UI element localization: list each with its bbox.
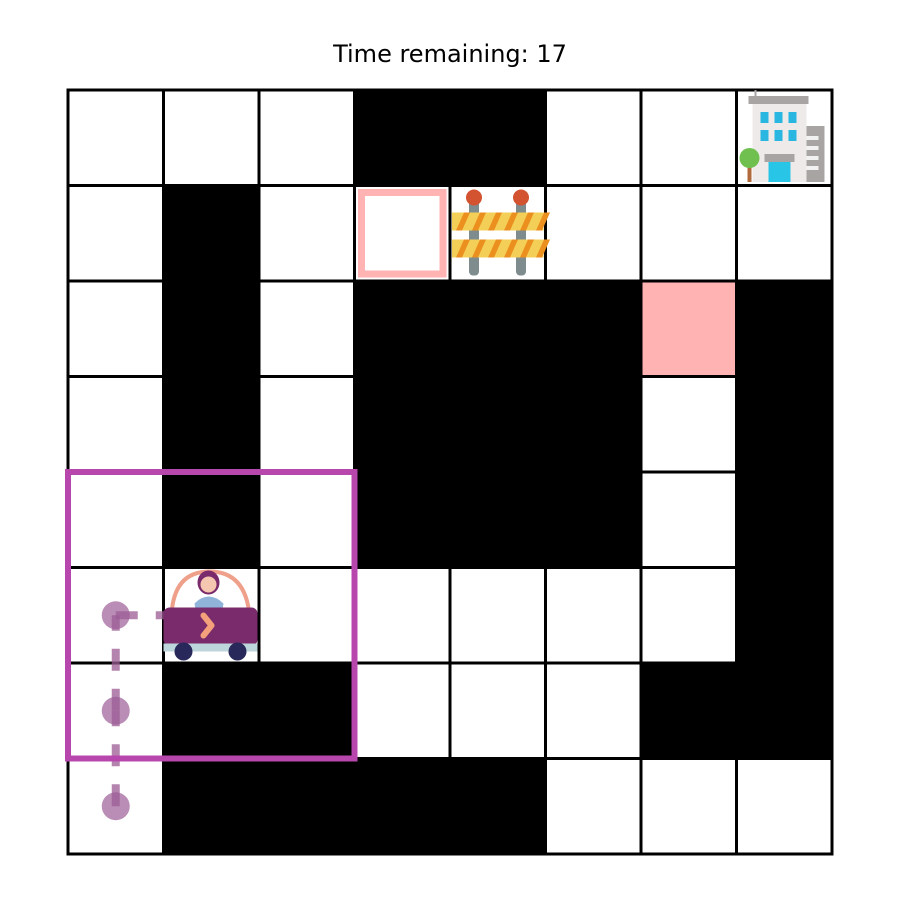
- grid-cell-empty: [639, 88, 738, 187]
- grid-cell-wall: [735, 470, 834, 569]
- grid-cell-wall: [162, 757, 261, 856]
- grid-cell-empty: [353, 566, 452, 665]
- grid-cell-empty: [257, 88, 356, 187]
- grid-cell-empty: [257, 470, 356, 569]
- grid-cell-barrier: [448, 184, 547, 283]
- grid-cell-wall: [544, 375, 643, 474]
- grid-cell-wall: [448, 757, 547, 856]
- grid-cell-wall: [353, 470, 452, 569]
- grid-cell-target-filled: [639, 279, 738, 378]
- grid-cell-wall: [162, 661, 261, 760]
- grid-cell-wall: [448, 88, 547, 187]
- grid-cell-wall: [162, 184, 261, 283]
- trail-dot: [101, 696, 130, 725]
- grid-cell-empty: [162, 88, 261, 187]
- grid-cell-wall: [735, 279, 834, 378]
- grid-cell-wall: [353, 757, 452, 856]
- grid-cell-empty: [544, 88, 643, 187]
- game-board: [65, 88, 834, 856]
- grid-cell-empty: [735, 184, 834, 283]
- grid-cell-empty: [544, 184, 643, 283]
- grid-cell-empty: [639, 184, 738, 283]
- grid-cell-wall: [162, 279, 261, 378]
- grid-cell-empty: [257, 375, 356, 474]
- grid-cell-wall: [448, 470, 547, 569]
- grid-cell-empty: [353, 661, 452, 760]
- grid-cell-empty: [257, 566, 356, 665]
- grid-cell-empty: [66, 375, 165, 474]
- grid-cell-empty: [639, 375, 738, 474]
- grid-cell-wall: [544, 470, 643, 569]
- grid-cell-wall: [639, 661, 738, 760]
- grid-cell-wall: [448, 375, 547, 474]
- grid-cell-empty: [66, 470, 165, 569]
- grid-cell-empty: [735, 757, 834, 856]
- grid-cell-empty: [66, 88, 165, 187]
- grid-cell-wall: [257, 661, 356, 760]
- grid-cell-empty: [257, 184, 356, 283]
- grid-cell-empty: [544, 566, 643, 665]
- grid-cell-wall: [162, 375, 261, 474]
- grid-cell-empty: [639, 566, 738, 665]
- trail-dot: [101, 792, 130, 821]
- grid-cell-wall: [353, 375, 452, 474]
- grid-cell-empty: [257, 279, 356, 378]
- grid-cell-empty: [544, 661, 643, 760]
- grid-cell-empty: [66, 184, 165, 283]
- grid-cell-wall: [353, 88, 452, 187]
- grid-cell-wall: [544, 279, 643, 378]
- grid-cell-wall: [735, 375, 834, 474]
- grid-cell-empty: [66, 279, 165, 378]
- grid-cell-wall: [353, 279, 452, 378]
- grid-cell-empty: [544, 757, 643, 856]
- grid-cell-empty: [639, 470, 738, 569]
- grid-cell-empty: [448, 566, 547, 665]
- trail-dot: [101, 601, 130, 630]
- grid-cell-target-outline: [353, 184, 452, 283]
- grid-cell-empty: [639, 757, 738, 856]
- grid-cell-wall: [257, 757, 356, 856]
- grid-cell-empty: [448, 661, 547, 760]
- grid-cell-wall: [162, 470, 261, 569]
- grid-cell-wall: [735, 566, 834, 665]
- grid-cell-wall: [735, 661, 834, 760]
- grid-cell-wall: [448, 279, 547, 378]
